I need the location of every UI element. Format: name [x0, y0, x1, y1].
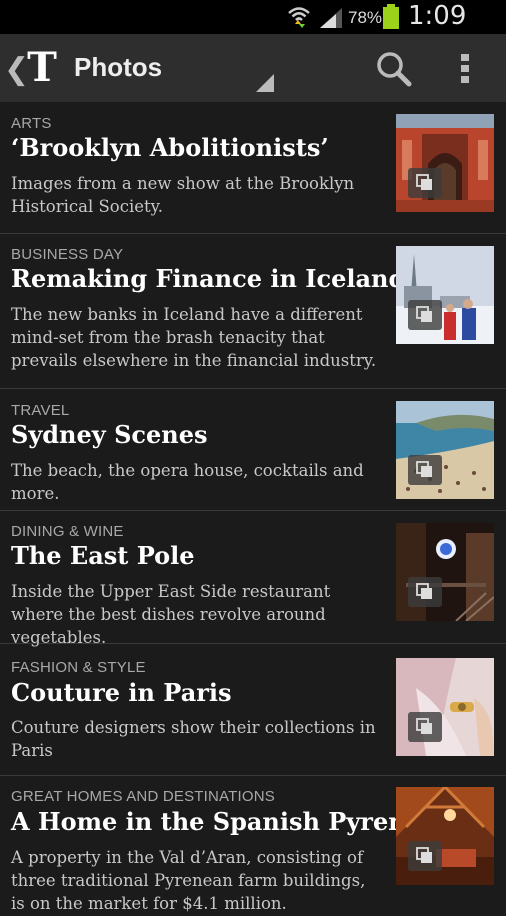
gallery-icon [408, 712, 442, 742]
dropdown-indicator-icon[interactable] [256, 74, 274, 92]
article-description: A property in the Val d’Aran, consisting… [11, 848, 366, 913]
article-title: Couture in Paris [11, 678, 232, 707]
article-category: GREAT HOMES AND DESTINATIONS [11, 788, 275, 805]
article-thumbnail[interactable] [396, 523, 494, 621]
article-description: Images from a new show at the Brooklyn H… [11, 174, 355, 216]
article-description: Couture designers show their collections… [11, 718, 376, 760]
overflow-menu-icon[interactable] [458, 52, 472, 86]
article-thumbnail[interactable] [396, 401, 494, 499]
article-category: ARTS [11, 115, 52, 132]
gallery-icon [408, 455, 442, 485]
article-category: DINING & WINE [11, 523, 124, 540]
article-title: Remaking Finance in Iceland [11, 264, 406, 293]
article-title: The East Pole [11, 541, 195, 570]
article-description: Inside the Upper East Side restaurant wh… [11, 582, 331, 647]
article-thumbnail[interactable] [396, 658, 494, 756]
gallery-icon [408, 577, 442, 607]
nyt-logo[interactable]: T [26, 48, 58, 88]
action-bar: ❮ T Photos [0, 34, 506, 102]
list-item[interactable]: TRAVEL Sydney Scenes The beach, the oper… [0, 389, 506, 511]
article-category: TRAVEL [11, 402, 70, 419]
gallery-icon [408, 168, 442, 198]
status-bar: 78% 1:09 PM [0, 0, 506, 61]
article-description: The new banks in Iceland have a differen… [11, 305, 377, 370]
article-category: BUSINESS DAY [11, 246, 124, 263]
list-item[interactable]: BUSINESS DAY Remaking Finance in Iceland… [0, 234, 506, 389]
search-icon[interactable] [375, 50, 413, 88]
article-title: Sydney Scenes [11, 420, 208, 449]
wifi-icon [288, 7, 310, 28]
article-description: The beach, the opera house, cocktails an… [11, 461, 364, 503]
battery-percent: 78% [348, 8, 383, 27]
list-item[interactable]: GREAT HOMES AND DESTINATIONS A Home in t… [0, 776, 506, 916]
gallery-icon [408, 841, 442, 871]
list-item[interactable]: DINING & WINE The East Pole Inside the U… [0, 511, 506, 647]
article-title: ‘Brooklyn Abolitionists’ [11, 133, 329, 162]
article-thumbnail[interactable] [396, 246, 494, 344]
article-category: FASHION & STYLE [11, 659, 146, 676]
section-title[interactable]: Photos [74, 52, 162, 83]
signal-icon [320, 8, 342, 28]
list-item[interactable]: ARTS ‘Brooklyn Abolitionists’ Images fro… [0, 102, 506, 234]
article-thumbnail[interactable] [396, 787, 494, 885]
list-item[interactable]: FASHION & STYLE Couture in Paris Couture… [0, 644, 506, 776]
article-title: A Home in the Spanish Pyrenees [11, 807, 450, 836]
battery-icon [383, 4, 399, 29]
gallery-icon [408, 300, 442, 330]
article-thumbnail[interactable] [396, 114, 494, 212]
